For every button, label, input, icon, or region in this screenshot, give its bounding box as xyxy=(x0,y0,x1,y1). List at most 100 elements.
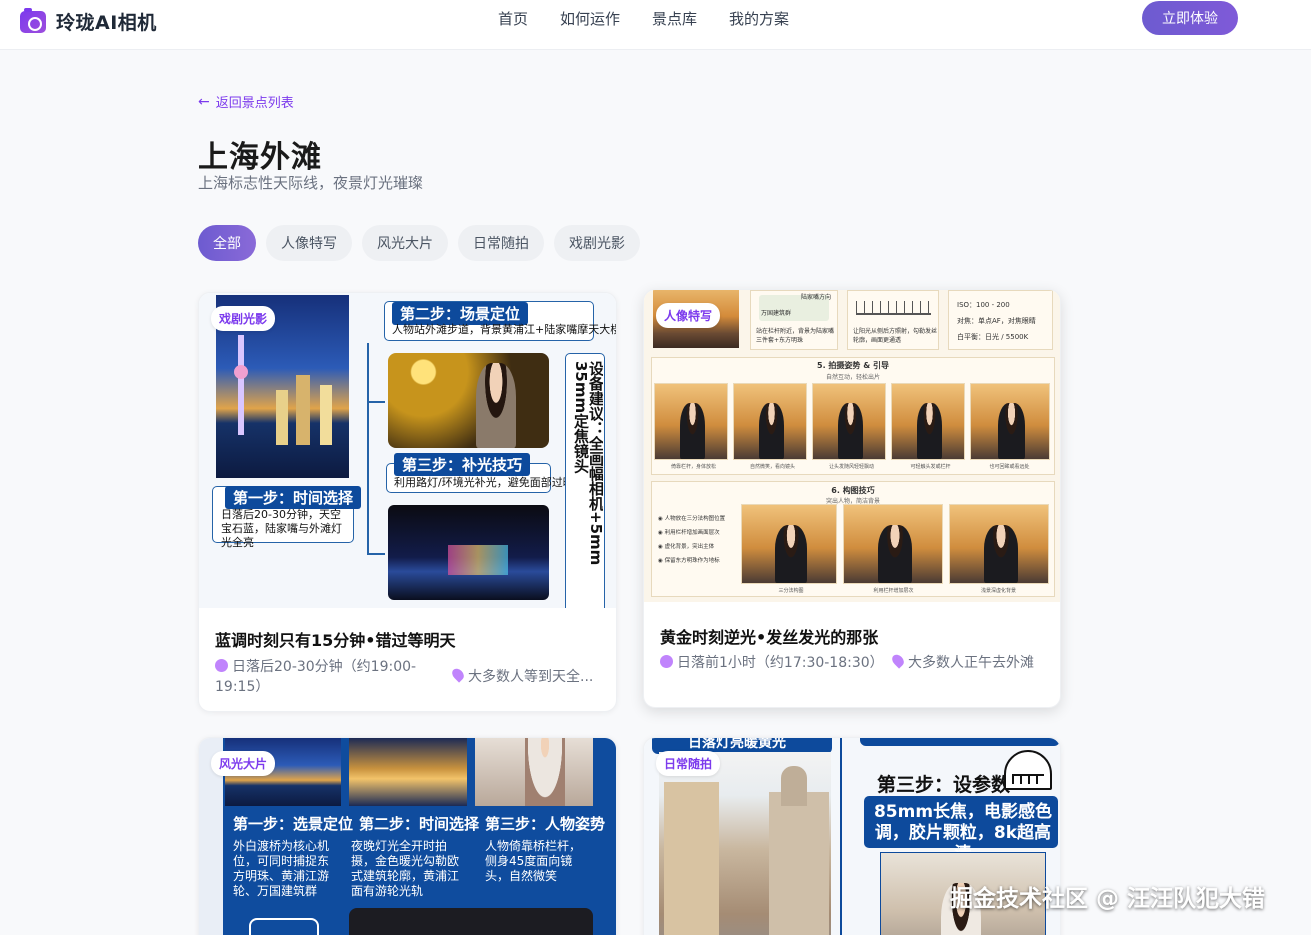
arrow-left-icon: ← xyxy=(198,93,210,110)
pose-caption-4: 可轻触头发或栏杆 xyxy=(910,464,951,470)
comp-photo-3 xyxy=(949,504,1049,584)
tip-4: ◉ 保留东方明珠作为地标 xyxy=(658,558,720,564)
card-time: 日落后20-30分钟（约19:00-19:15） xyxy=(215,657,425,697)
pose-photo-4 xyxy=(891,383,965,460)
watermark: 掘金技术社区 @ 汪汪队犯大错 xyxy=(950,886,1266,912)
place-text: 大多数人等到天全... xyxy=(468,669,594,685)
step2-title: 第二步：场景定位 xyxy=(392,302,529,325)
pose-photo-5 xyxy=(970,383,1050,460)
street-photo xyxy=(659,752,831,935)
main-nav: 首页 如何运作 景点库 我的方案 xyxy=(498,8,821,29)
spot-card-landscape[interactable]: 风光大片 第一步：选景定位 外白渡桥为核心机位，可同时捕捉东方明珠、黄浦江游轮、… xyxy=(198,737,617,935)
pose-section-title: 5. 拍摄姿势 & 引导 xyxy=(817,361,889,370)
pose-captions: 倚靠栏杆，身体放松 自然微笑，看向镜头 让头发随风轻轻飘动 可轻触头发或栏杆 也… xyxy=(654,463,1052,470)
pose-photo-1 xyxy=(654,383,728,460)
spot-card-blue-hour[interactable]: 戏剧光影 第一步：时间选择 日落后20-30分钟，天空宝石蓝，陆家嘴与外滩灯光全… xyxy=(198,292,617,712)
comp-captions: 三分法构图 利用栏杆增加层次 浅景深虚化背景 xyxy=(741,587,1051,594)
pose-caption-5: 也可回眸或看远处 xyxy=(989,464,1030,470)
filter-all[interactable]: 全部 xyxy=(198,225,256,261)
landscape-step2-title: 第二步：时间选择 xyxy=(359,815,480,833)
card-title: 蓝调时刻只有15分钟•错过等明天 xyxy=(215,631,456,650)
top-navbar: 玲珑AI相机 首页 如何运作 景点库 我的方案 立即体验 xyxy=(0,0,1311,50)
landscape-step1-text: 外白渡桥为核心机位，可同时捕捉东方明珠、黄浦江游轮、万国建筑群 xyxy=(233,839,330,898)
building-icon xyxy=(1004,750,1052,790)
location-pin-icon xyxy=(889,652,907,669)
pose-caption-3: 让头发随风轻轻飘动 xyxy=(828,464,874,470)
pose-section-sub: 自然互动，轻松出片 xyxy=(825,374,880,381)
category-tag: 戏剧光影 xyxy=(211,306,276,331)
step3-heading: 第三步：设参数 xyxy=(877,774,1011,796)
portrait-streetlight-photo xyxy=(388,353,549,448)
panel3-photo xyxy=(475,738,593,806)
comp-photo-2 xyxy=(843,504,943,584)
step1-text: 日落后20-30分钟，天空宝石蓝，陆家嘴与外滩灯光全亮 xyxy=(221,508,342,549)
card-poster-image: 风光大片 第一步：选景定位 外白渡桥为核心机位，可同时捕捉东方明珠、黄浦江游轮、… xyxy=(199,738,616,935)
setting-focus: 对焦：单点AF，对焦眼睛 xyxy=(957,317,1036,325)
card-time: 日落前1小时（约17:30-18:30） xyxy=(660,653,884,673)
page-subtitle: 上海标志性天际线，夜景灯光璀璨 xyxy=(198,174,424,192)
place-text: 大多数人正午去外滩 xyxy=(908,655,1034,671)
nav-home[interactable]: 首页 xyxy=(498,8,528,29)
step1-title: 第一步：时间选择 xyxy=(225,486,362,509)
spot-card-golden-hour[interactable]: 人像特写 陆家嘴方向 万国建筑群 站在栏杆附近，背景为陆家嘴三件套+东方明珠 让… xyxy=(643,289,1061,708)
comp-caption-1: 三分法构图 xyxy=(778,588,804,594)
category-tag: 风光大片 xyxy=(211,751,276,776)
light-caption: 让阳光从侧后方照射，勾勒发丝轮廓，画面更通透 xyxy=(853,328,938,344)
landscape-step3-text: 人物倚靠桥栏杆，侧身45度面向镜头，自然微笑 xyxy=(485,839,582,883)
camera-logo-icon xyxy=(20,7,46,33)
map-caption: 站在栏杆附近，背景为陆家嘴三件套+东方明珠 xyxy=(756,328,835,344)
filter-portrait[interactable]: 人像特写 xyxy=(266,225,352,261)
tip-1: ◉ 人物放在三分法构图位置 xyxy=(658,516,726,522)
landscape-step3-title: 第三步：人物姿势 xyxy=(485,815,606,833)
top-banner-text: 日落灯亮暖黄光 xyxy=(688,738,786,751)
location-pin-icon xyxy=(449,666,467,683)
composition-title: 6. 构图技巧 xyxy=(831,486,875,495)
brand-name: 玲珑AI相机 xyxy=(56,12,157,34)
setting-iso: ISO：100 - 200 xyxy=(957,301,1010,309)
filter-dramatic-light[interactable]: 戏剧光影 xyxy=(554,225,640,261)
card-poster-image: 戏剧光影 第一步：时间选择 日落后20-30分钟，天空宝石蓝，陆家嘴与外滩灯光全… xyxy=(199,293,616,608)
device-text: 设备建议：全画幅相机+5mm 35mm定焦镜头 xyxy=(573,361,603,566)
pose-photo-2 xyxy=(733,383,807,460)
back-label: 返回景点列表 xyxy=(215,96,294,111)
nav-my-plans[interactable]: 我的方案 xyxy=(729,8,789,29)
back-to-list-link[interactable]: ← 返回景点列表 xyxy=(198,92,294,112)
brand[interactable]: 玲珑AI相机 xyxy=(20,7,157,35)
landscape-step1-title: 第一步：选景定位 xyxy=(233,815,354,833)
night-bund-photo xyxy=(388,505,549,600)
clock-icon xyxy=(660,655,673,668)
tip-2: ◉ 利用栏杆增加画面层次 xyxy=(658,530,720,536)
time-text: 日落前1小时（约17:30-18:30） xyxy=(677,655,884,671)
step2-text: 人物站外滩步道，背景黄浦江+陆家嘴摩天大楼群 xyxy=(392,323,616,336)
tip-3: ◉ 虚化背景，突出主体 xyxy=(658,544,715,550)
filter-daily[interactable]: 日常随拍 xyxy=(458,225,544,261)
page-title: 上海外滩 xyxy=(198,140,322,175)
try-now-button[interactable]: 立即体验 xyxy=(1142,1,1238,35)
landscape-step2-text: 夜晚灯光全开时拍摄，金色暖光勾勒欧式建筑轮廓，黄浦江面有游轮光轨 xyxy=(351,839,460,898)
card-poster-image: 人像特写 陆家嘴方向 万国建筑群 站在栏杆附近，背景为陆家嘴三件套+东方明珠 让… xyxy=(644,290,1060,602)
settings-panel: ISO：100 - 200 对焦：单点AF，对焦眼睛 白平衡：日光 / 5500… xyxy=(948,290,1053,350)
filter-chips: 全部 人像特写 风光大片 日常随拍 戏剧光影 xyxy=(198,225,640,261)
card-place: 大多数人等到天全... xyxy=(449,666,603,687)
map-note: 万国建筑群 xyxy=(761,310,792,317)
pose-photo-3 xyxy=(812,383,886,460)
clock-icon xyxy=(215,659,228,672)
comp-caption-3: 浅景深虚化背景 xyxy=(980,588,1016,594)
pose-caption-2: 自然微笑，看向镜头 xyxy=(749,464,795,470)
comp-photo-1 xyxy=(741,504,837,584)
light-panel: 让阳光从侧后方照射，勾勒发丝轮廓，画面更通透 xyxy=(847,290,939,350)
map-label: 陆家嘴方向 xyxy=(801,294,832,301)
card-place: 大多数人正午去外滩 xyxy=(889,652,1034,673)
category-tag: 人像特写 xyxy=(656,303,721,328)
setting-wb: 白平衡：日光 / 5500K xyxy=(957,333,1029,341)
panel2-photo xyxy=(349,738,467,806)
filter-landscape[interactable]: 风光大片 xyxy=(362,225,448,261)
card-title: 黄金时刻逆光•发丝发光的那张 xyxy=(660,628,879,647)
nav-spot-library[interactable]: 景点库 xyxy=(652,8,697,29)
nav-how-it-works[interactable]: 如何运作 xyxy=(560,8,620,29)
step3-title: 第三步：补光技巧 xyxy=(394,453,531,476)
comp-caption-2: 利用栏杆增加层次 xyxy=(873,588,914,594)
category-tag: 日常随拍 xyxy=(656,751,721,776)
map-panel: 陆家嘴方向 万国建筑群 站在栏杆附近，背景为陆家嘴三件套+东方明珠 xyxy=(750,290,838,350)
step3-text: 利用路灯/环境光补光，避免面部过暗 xyxy=(394,476,574,489)
